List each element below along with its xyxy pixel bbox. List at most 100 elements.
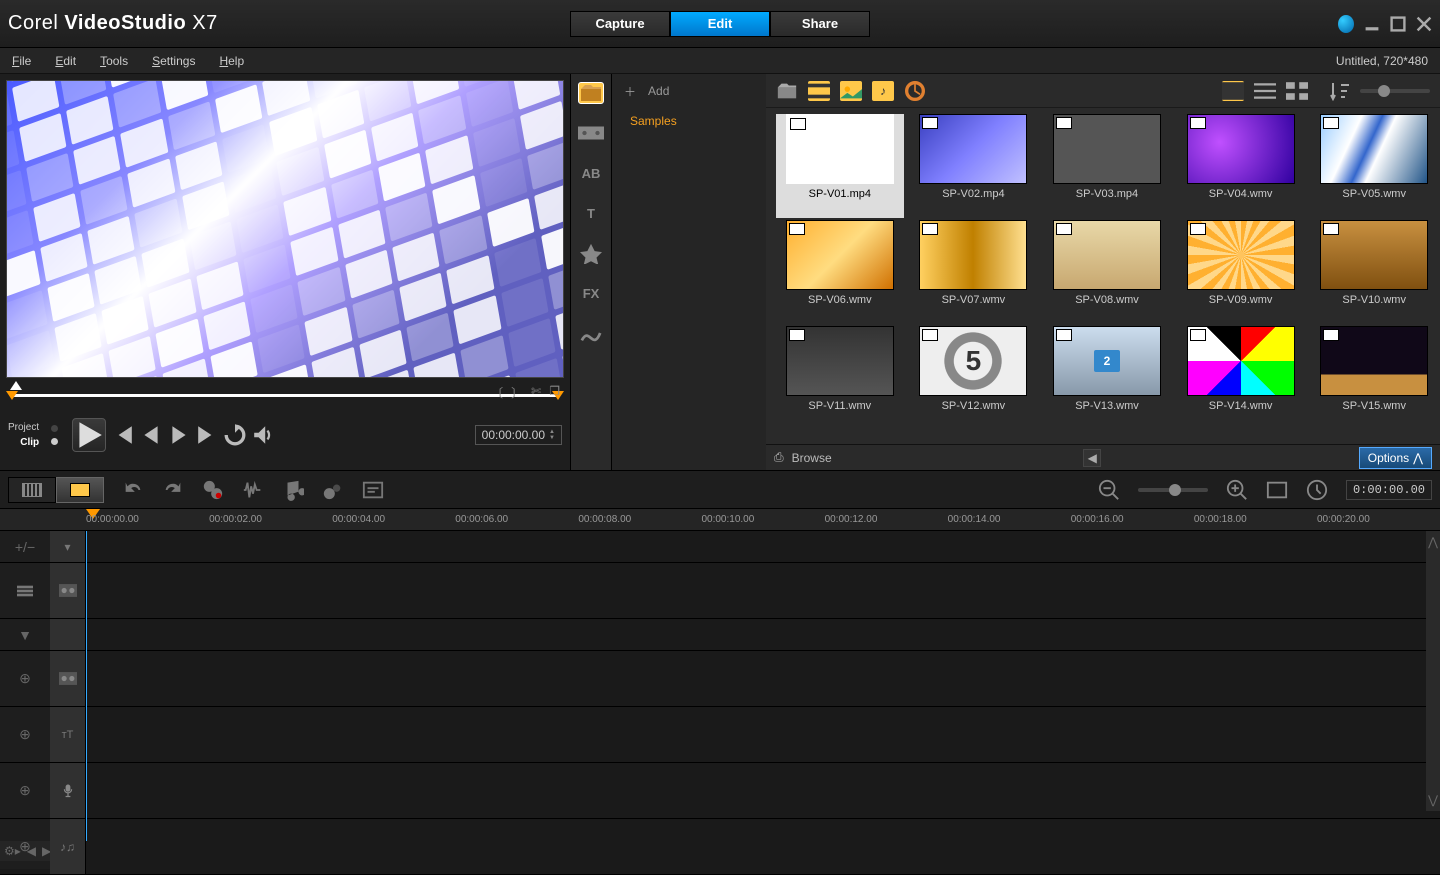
filter-free-icon[interactable]	[904, 81, 926, 101]
cut-icon[interactable]: ✄	[531, 384, 541, 401]
clip-item[interactable]: SP-V02.mp4	[910, 114, 1038, 218]
overlay-visibility-icon[interactable]: ⊕	[0, 651, 50, 706]
thumbnail-size-slider[interactable]	[1360, 89, 1430, 93]
clip-item[interactable]: SP-V15.wmv	[1310, 326, 1438, 430]
zoom-slider[interactable]	[1138, 488, 1208, 492]
track-toggle-icon[interactable]: +/−	[0, 531, 50, 562]
play-button[interactable]	[72, 418, 106, 452]
collapse-library-icon[interactable]: ◀	[1083, 449, 1101, 467]
graphics-icon[interactable]	[578, 242, 604, 264]
next-frame-icon[interactable]	[168, 424, 190, 446]
filter-photo-icon[interactable]	[840, 81, 862, 101]
clip-item[interactable]: SP-V14.wmv	[1177, 326, 1305, 430]
title-track[interactable]	[86, 707, 1440, 762]
titles-icon[interactable]: T	[578, 202, 604, 224]
filters-icon[interactable]: FX	[578, 282, 604, 304]
clip-item[interactable]: SP-V11.wmv	[776, 326, 904, 430]
help-icon[interactable]	[1338, 16, 1354, 32]
clip-item[interactable]: SP-V10.wmv	[1310, 220, 1438, 324]
browse-button[interactable]: ⎙ Browse	[774, 450, 832, 465]
clip-item[interactable]: SP-V05.wmv	[1310, 114, 1438, 218]
auto-music-icon[interactable]	[282, 479, 304, 501]
zoom-out-icon[interactable]	[1098, 479, 1120, 501]
clip-item[interactable]: SP-V04.wmv	[1177, 114, 1305, 218]
voice-track[interactable]	[86, 763, 1440, 818]
clip-item[interactable]: SP-V08.wmv	[1043, 220, 1171, 324]
video-track-icon[interactable]	[50, 563, 86, 618]
chapter-track[interactable]	[86, 531, 1440, 562]
maximize-icon[interactable]	[1390, 16, 1406, 32]
media-library-icon[interactable]	[578, 82, 604, 104]
title-visibility-icon[interactable]: ⊕	[0, 707, 50, 762]
title-track-icon[interactable]: ᴛT	[50, 707, 86, 762]
folder-samples[interactable]: Samples	[612, 108, 766, 134]
transitions-icon[interactable]: AB	[578, 162, 604, 184]
bracket-out-icon[interactable]: 〕	[511, 384, 523, 401]
add-chapter-icon[interactable]: ▾	[50, 531, 86, 562]
overlay-track[interactable]	[86, 651, 1440, 706]
go-start-icon[interactable]	[112, 424, 134, 446]
bracket-in-icon[interactable]: 〔	[491, 384, 503, 401]
view-thumbnails-icon[interactable]	[1222, 81, 1244, 101]
record-icon[interactable]	[202, 479, 224, 501]
timeline-vscroll[interactable]: ⋀⋁	[1426, 531, 1440, 811]
video-track[interactable]	[86, 563, 1440, 618]
scrubber[interactable]: 〔 〕 ✄ ❐	[6, 384, 564, 408]
scrubber-playhead[interactable]	[10, 381, 22, 390]
paths-icon[interactable]	[578, 322, 604, 344]
music-track-icon[interactable]: ♪♫	[50, 819, 86, 874]
mode-label-project[interactable]: Project	[8, 422, 39, 433]
tab-share[interactable]: Share	[770, 11, 870, 37]
music-visibility-icon[interactable]: ⊕	[0, 819, 50, 874]
add-folder-button[interactable]: ＋ Add	[612, 74, 766, 108]
subtitle-icon[interactable]	[362, 479, 384, 501]
tab-capture[interactable]: Capture	[570, 11, 670, 37]
view-list-icon[interactable]	[1254, 81, 1276, 101]
track-manager-icon[interactable]	[0, 563, 50, 618]
repeat-icon[interactable]	[224, 424, 246, 446]
track-motion-icon[interactable]	[322, 479, 344, 501]
timeline-timecode[interactable]: 0:00:00.00	[1346, 480, 1432, 500]
minimize-icon[interactable]	[1364, 16, 1380, 32]
clip-item[interactable]: SP-V01.mp4	[776, 114, 904, 218]
menu-settings[interactable]: Settings	[152, 54, 195, 68]
volume-icon[interactable]	[252, 424, 274, 446]
timeline-view-button[interactable]	[56, 477, 104, 503]
clip-item[interactable]: SP-V13.wmv	[1043, 326, 1171, 430]
clip-item[interactable]: 5SP-V12.wmv	[910, 326, 1038, 430]
music-track[interactable]	[86, 819, 1440, 874]
clip-item[interactable]: SP-V03.mp4	[1043, 114, 1171, 218]
clip-item[interactable]: SP-V09.wmv	[1177, 220, 1305, 324]
undo-icon[interactable]	[122, 479, 144, 501]
sort-icon[interactable]	[1328, 81, 1350, 101]
expand-tracks-icon[interactable]: ▼	[0, 619, 50, 650]
storyboard-view-button[interactable]	[8, 477, 56, 503]
clip-item[interactable]: SP-V07.wmv	[910, 220, 1038, 324]
menu-file[interactable]: File	[12, 54, 31, 68]
go-end-icon[interactable]	[196, 424, 218, 446]
close-icon[interactable]	[1416, 16, 1432, 32]
multi-trim-icon[interactable]: ❐	[549, 384, 560, 401]
fit-project-icon[interactable]	[1266, 479, 1288, 501]
import-media-icon[interactable]	[776, 81, 798, 101]
preview-canvas[interactable]	[6, 80, 564, 378]
audio-mixer-icon[interactable]	[242, 479, 264, 501]
menu-tools[interactable]: Tools	[100, 54, 128, 68]
voice-track-icon[interactable]	[50, 763, 86, 818]
redo-icon[interactable]	[162, 479, 184, 501]
preview-timecode[interactable]: 00:00:00.00 ▲▼	[475, 425, 562, 445]
timeline-ruler[interactable]: 00:00:00.0000:00:02.0000:00:04.0000:00:0…	[0, 509, 1440, 531]
clip-item[interactable]: SP-V06.wmv	[776, 220, 904, 324]
mode-label-clip[interactable]: Clip	[20, 437, 39, 448]
voice-visibility-icon[interactable]: ⊕	[0, 763, 50, 818]
menu-edit[interactable]: Edit	[55, 54, 76, 68]
zoom-in-icon[interactable]	[1226, 479, 1248, 501]
mark-in-icon[interactable]	[6, 391, 18, 400]
filter-video-icon[interactable]	[808, 81, 830, 101]
filter-audio-icon[interactable]: ♪	[872, 81, 894, 101]
view-details-icon[interactable]	[1286, 81, 1308, 101]
options-button[interactable]: Options ⋀	[1359, 447, 1432, 469]
project-duration-icon[interactable]	[1306, 479, 1328, 501]
instant-project-icon[interactable]	[578, 122, 604, 144]
tab-edit[interactable]: Edit	[670, 11, 770, 37]
